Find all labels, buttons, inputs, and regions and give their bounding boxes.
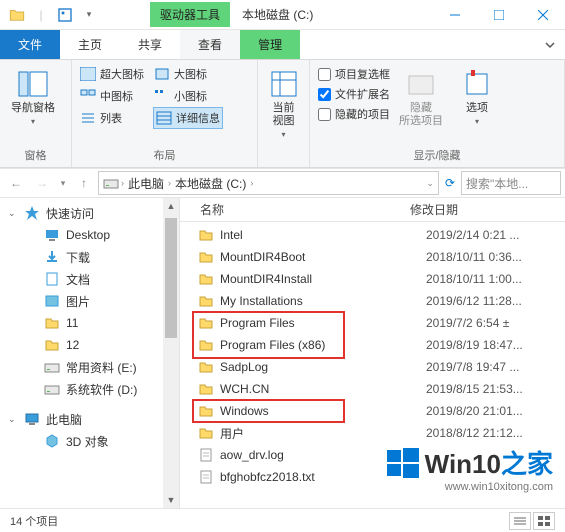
sidebar-item[interactable]: 11	[0, 312, 179, 334]
tab-home[interactable]: 主页	[60, 30, 120, 59]
view-thumbnails-button[interactable]	[533, 512, 555, 530]
search-input[interactable]: 搜索"本地...	[461, 171, 561, 195]
breadcrumb-pc[interactable]: 此电脑	[126, 175, 166, 192]
sidebar-item[interactable]: 文档	[0, 268, 179, 290]
window-title: 本地磁盘 (C:)	[230, 2, 325, 27]
sidebar-item[interactable]: 12	[0, 334, 179, 356]
sidebar-this-pc[interactable]: ⌄ 此电脑	[0, 408, 179, 430]
layout-extra-large[interactable]: 超大图标	[80, 64, 144, 84]
folder-icon	[6, 4, 28, 26]
file-row[interactable]: Windows2019/8/20 21:01...	[180, 400, 565, 422]
qat-separator: |	[30, 4, 52, 26]
windows-logo-icon	[387, 447, 419, 479]
layout-gallery[interactable]: 超大图标 大图标 中图标 小图标 列表 详细信息	[80, 64, 222, 128]
properties-icon[interactable]	[54, 4, 76, 26]
breadcrumb[interactable]: › 此电脑 › 本地磁盘 (C:) › ⌄	[98, 171, 439, 195]
tab-view[interactable]: 查看	[180, 30, 240, 59]
layout-medium[interactable]: 中图标	[80, 86, 144, 106]
ribbon-group-layout: 布局	[80, 145, 249, 167]
minimize-button[interactable]	[433, 0, 477, 30]
column-name[interactable]: 名称	[180, 201, 410, 218]
refresh-button[interactable]: ⟳	[445, 176, 455, 190]
tab-share[interactable]: 共享	[120, 30, 180, 59]
layout-small[interactable]: 小图标	[154, 86, 222, 106]
layout-details[interactable]: 详细信息	[154, 108, 222, 128]
title-bar: | ▾ 驱动器工具 本地磁盘 (C:)	[0, 0, 565, 30]
drive-icon	[103, 175, 119, 191]
watermark: Win10之家 www.win10xitong.com	[387, 444, 553, 493]
breadcrumb-dropdown[interactable]: ⌄	[426, 178, 434, 189]
address-bar: ← → ▾ ↑ › 此电脑 › 本地磁盘 (C:) › ⌄ ⟳ 搜索"本地...	[0, 168, 565, 198]
status-bar: 14 个项目	[0, 508, 565, 532]
file-row[interactable]: Intel2019/2/14 0:21 ...	[180, 224, 565, 246]
ribbon-group-panes: 窗格	[8, 145, 63, 167]
chevron-down-icon[interactable]: ⌄	[8, 208, 16, 219]
ribbon-tabs: 文件 主页 共享 查看 管理	[0, 30, 565, 60]
context-tab-label: 驱动器工具	[150, 2, 230, 27]
checkbox-file-extensions[interactable]: 文件扩展名	[318, 86, 390, 102]
column-date[interactable]: 修改日期	[410, 201, 565, 218]
hide-selected-button[interactable]: 隐藏 所选项目	[396, 64, 446, 128]
view-details-button[interactable]	[509, 512, 531, 530]
tab-file[interactable]: 文件	[0, 30, 60, 59]
layout-large[interactable]: 大图标	[154, 64, 222, 84]
column-headers[interactable]: 名称 修改日期	[180, 198, 565, 222]
sidebar-item[interactable]: 下载	[0, 246, 179, 268]
recent-dropdown[interactable]: ▾	[56, 171, 70, 195]
layout-list[interactable]: 列表	[80, 108, 144, 128]
sidebar-item[interactable]: 系统软件 (D:)	[0, 378, 179, 400]
sidebar-scrollbar[interactable]: ▲▼	[163, 198, 179, 508]
sidebar-item[interactable]: 图片	[0, 290, 179, 312]
navigation-pane-button[interactable]: 导航窗格 ▾	[8, 64, 58, 126]
file-row[interactable]: Program Files2019/7/2 6:54 ±	[180, 312, 565, 334]
file-row[interactable]: My Installations2019/6/12 11:28...	[180, 290, 565, 312]
current-view-button[interactable]: 当前 视图 ▾	[266, 64, 301, 139]
ribbon: 导航窗格 ▾ 窗格 超大图标 大图标 中图标 小图标 列表 详细信息 布局 当前…	[0, 60, 565, 168]
tab-manage[interactable]: 管理	[240, 30, 300, 59]
close-button[interactable]	[521, 0, 565, 30]
chevron-down-icon[interactable]: ⌄	[8, 414, 16, 425]
navigation-sidebar: ⌄ 快速访问 Desktop下载文档图片1112常用资料 (E:)系统软件 (D…	[0, 198, 180, 508]
file-row[interactable]: Program Files (x86)2019/8/19 18:47...	[180, 334, 565, 356]
file-row[interactable]: WCH.CN2019/8/15 21:53...	[180, 378, 565, 400]
options-button[interactable]: 选项 ▾	[452, 64, 502, 126]
up-button[interactable]: ↑	[72, 171, 96, 195]
forward-button[interactable]: →	[30, 171, 54, 195]
checkbox-hidden-items[interactable]: 隐藏的项目	[318, 106, 390, 122]
file-row[interactable]: 用户2018/8/12 21:12...	[180, 422, 565, 444]
sidebar-item[interactable]: 3D 对象	[0, 430, 179, 452]
file-row[interactable]: MountDIR4Boot2018/10/11 0:36...	[180, 246, 565, 268]
maximize-button[interactable]	[477, 0, 521, 30]
item-count: 14 个项目	[10, 513, 58, 529]
ribbon-group-showhide: 显示/隐藏	[318, 145, 556, 167]
sidebar-item[interactable]: Desktop	[0, 224, 179, 246]
file-row[interactable]: SadpLog2019/7/8 19:47 ...	[180, 356, 565, 378]
ribbon-collapse-button[interactable]	[535, 30, 565, 59]
checkbox-item-checkboxes[interactable]: 项目复选框	[318, 66, 390, 82]
breadcrumb-drive[interactable]: 本地磁盘 (C:)	[173, 175, 248, 192]
qat-dropdown-icon[interactable]: ▾	[78, 4, 100, 26]
sidebar-quick-access[interactable]: ⌄ 快速访问	[0, 202, 179, 224]
back-button[interactable]: ←	[4, 171, 28, 195]
sidebar-item[interactable]: 常用资料 (E:)	[0, 356, 179, 378]
file-row[interactable]: MountDIR4Install2018/10/11 1:00...	[180, 268, 565, 290]
